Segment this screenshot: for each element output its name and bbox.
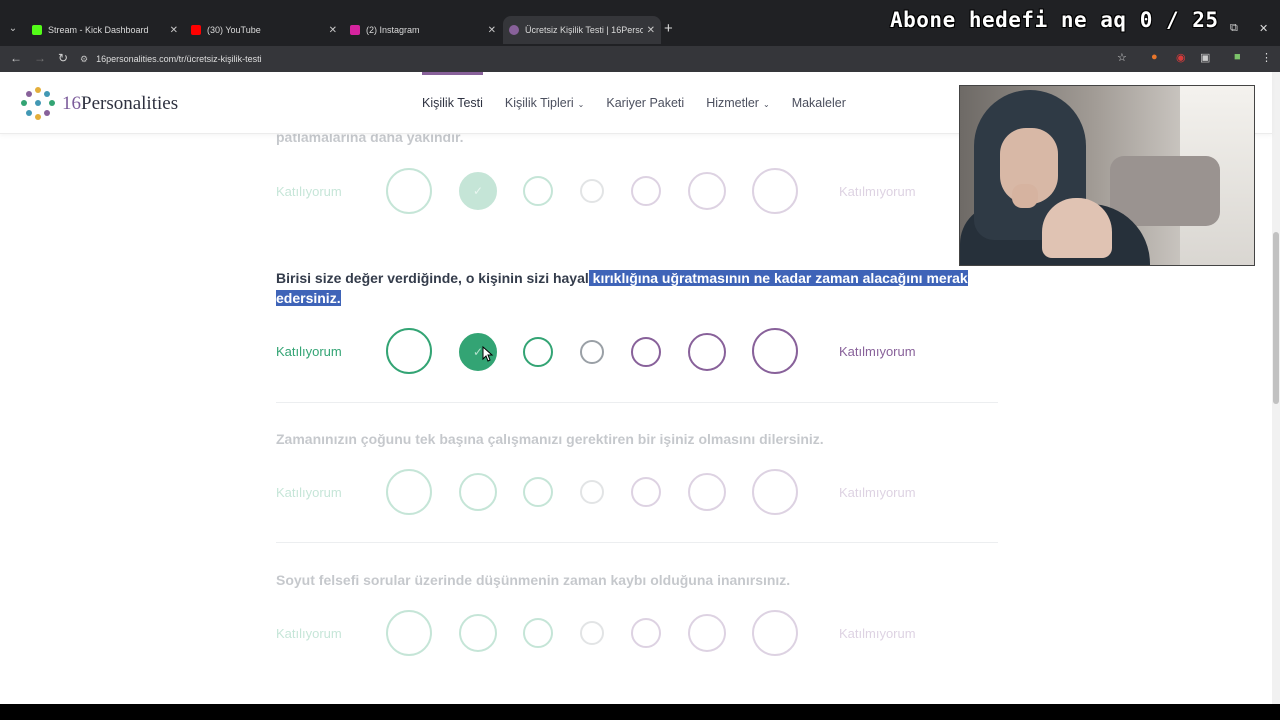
answer-circle-agree-2[interactable] <box>459 614 497 652</box>
nav-career-package[interactable]: Kariyer Paketi <box>606 96 684 110</box>
answer-circle-agree-3[interactable] <box>386 328 432 374</box>
restore-window-icon[interactable]: ⧉ <box>1230 22 1238 35</box>
kick-favicon-icon <box>32 25 42 35</box>
stream-goal-overlay: Abone hedefi ne aq 0 / 25 <box>890 8 1219 32</box>
site-logo[interactable]: 16Personalities <box>20 86 178 122</box>
answer-circle-agree-1[interactable] <box>523 176 553 206</box>
answer-circle-disagree-1[interactable] <box>631 618 661 648</box>
answer-circle-disagree-2[interactable] <box>688 614 726 652</box>
disagree-label: Katılmıyorum <box>839 626 916 641</box>
close-window-icon[interactable]: ✕ <box>1259 22 1268 35</box>
browser-tab-bar: ⌄ Stream - Kick Dashboard ✕ (30) YouTube… <box>0 0 1280 46</box>
close-icon[interactable]: ✕ <box>329 25 337 36</box>
answer-circle-disagree-1[interactable] <box>631 477 661 507</box>
answer-circle-disagree-3[interactable] <box>752 168 798 214</box>
answer-circle-disagree-2[interactable] <box>688 172 726 210</box>
new-tab-button[interactable]: + <box>664 20 673 37</box>
answer-circle-agree-2[interactable] <box>459 473 497 511</box>
answer-circle-disagree-2[interactable] <box>688 473 726 511</box>
answer-circle-neutral[interactable] <box>580 621 604 645</box>
agree-label: Katılıyorum <box>276 344 342 359</box>
youtube-favicon-icon <box>191 25 201 35</box>
main-nav: Kişilik Testi Kişilik Tipleri ⌄ Kariyer P… <box>422 72 868 110</box>
forward-icon[interactable]: → <box>34 51 46 65</box>
tab-search-icon[interactable]: ⌄ <box>6 22 20 36</box>
tab-title: Ücretsiz Kişilik Testi | 16Persona <box>525 25 643 35</box>
answer-circle-neutral[interactable] <box>580 179 604 203</box>
tab-title: Stream - Kick Dashboard <box>48 25 149 35</box>
divider <box>276 402 998 403</box>
answer-circle-disagree-3[interactable] <box>752 469 798 515</box>
tab-youtube[interactable]: (30) YouTube ✕ <box>185 18 343 42</box>
nav-articles[interactable]: Makaleler <box>792 96 846 110</box>
close-icon[interactable]: ✕ <box>488 25 496 36</box>
webcam-overlay <box>959 85 1255 266</box>
answer-circle-disagree-3[interactable] <box>752 328 798 374</box>
mouse-pointer-icon <box>482 346 494 362</box>
answer-circle-agree-3[interactable] <box>386 168 432 214</box>
tab-kick[interactable]: Stream - Kick Dashboard ✕ <box>26 18 184 42</box>
scrollbar-thumb[interactable] <box>1273 232 1279 404</box>
question-text: Zamanınızın çoğunu tek başına çalışmanız… <box>276 431 824 447</box>
close-icon[interactable]: ✕ <box>647 25 655 36</box>
extension-badge-icon[interactable]: ◉ <box>1176 51 1186 64</box>
disagree-label: Katılmıyorum <box>839 184 916 199</box>
answer-circle-disagree-2[interactable] <box>688 333 726 371</box>
answer-circle-agree-1[interactable] <box>523 618 553 648</box>
tab-instagram[interactable]: (2) Instagram ✕ <box>344 18 502 42</box>
answer-circle-agree-3[interactable] <box>386 610 432 656</box>
extension-icon[interactable]: ● <box>1151 51 1158 63</box>
question-text: Birisi size değer verdiğinde, o kişinin … <box>276 270 968 306</box>
back-icon[interactable]: ← <box>10 51 22 65</box>
answer-circle-agree-2[interactable] <box>459 172 497 210</box>
16personalities-favicon-icon <box>509 25 519 35</box>
answer-circle-neutral[interactable] <box>580 480 604 504</box>
agree-label: Katılıyorum <box>276 485 342 500</box>
close-icon[interactable]: ✕ <box>170 25 178 36</box>
answer-circle-agree-1[interactable] <box>523 477 553 507</box>
answer-circle-agree-1[interactable] <box>523 337 553 367</box>
chevron-down-icon: ⌄ <box>762 100 770 109</box>
answer-circle-disagree-1[interactable] <box>631 176 661 206</box>
nav-personality-test[interactable]: Kişilik Testi <box>422 72 483 110</box>
profile-icon[interactable]: ■ <box>1234 51 1241 63</box>
divider <box>276 542 998 543</box>
answer-circle-agree-3[interactable] <box>386 469 432 515</box>
question-text: Soyut felsefi sorular üzerinde düşünmeni… <box>276 572 791 588</box>
disagree-label: Katılmıyorum <box>839 344 916 359</box>
browser-toolbar: ← → ↻ ⚙ 16personalities.com/tr/ücretsiz-… <box>0 46 1280 72</box>
tab-16personalities[interactable]: Ücretsiz Kişilik Testi | 16Persona ✕ <box>503 16 661 44</box>
chevron-down-icon: ⌄ <box>577 100 585 109</box>
menu-kebab-icon[interactable]: ⋮ <box>1261 51 1272 64</box>
url-text: 16personalities.com/tr/ücretsiz-kişilik-… <box>96 54 262 64</box>
answer-circle-disagree-3[interactable] <box>752 610 798 656</box>
bookmark-star-icon[interactable]: ☆ <box>1117 51 1127 64</box>
answer-circle-neutral[interactable] <box>580 340 604 364</box>
answer-circle-disagree-1[interactable] <box>631 337 661 367</box>
logo-wordmark: 16Personalities <box>62 93 179 114</box>
extensions-puzzle-icon[interactable]: ▣ <box>1200 51 1210 64</box>
agree-label: Katılıyorum <box>276 184 342 199</box>
disagree-label: Katılmıyorum <box>839 485 916 500</box>
reload-icon[interactable]: ↻ <box>58 51 68 65</box>
site-info-icon[interactable]: ⚙ <box>80 54 88 65</box>
logo-dots-icon <box>20 86 56 122</box>
agree-label: Katılıyorum <box>276 626 342 641</box>
tab-title: (30) YouTube <box>207 25 261 35</box>
nav-services[interactable]: Hizmetler ⌄ <box>706 96 770 110</box>
address-bar[interactable]: ⚙ 16personalities.com/tr/ücretsiz-kişili… <box>80 49 1140 69</box>
nav-personality-types[interactable]: Kişilik Tipleri ⌄ <box>505 96 584 110</box>
page-scrollbar[interactable] <box>1272 72 1280 704</box>
instagram-favicon-icon <box>350 25 360 35</box>
tab-title: (2) Instagram <box>366 25 420 35</box>
